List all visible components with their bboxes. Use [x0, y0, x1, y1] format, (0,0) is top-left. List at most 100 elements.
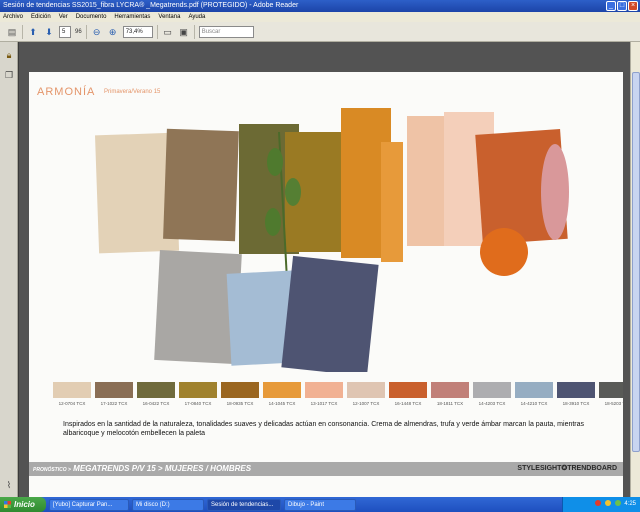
color-swatch: [347, 382, 385, 398]
menu-ver[interactable]: Ver: [59, 12, 68, 22]
footer-forecast-label: PRONÓSTICO >: [33, 467, 71, 473]
pantone-code: 12-0704 TCX: [58, 401, 86, 406]
zoom-out-icon[interactable]: ⊖: [91, 26, 103, 38]
tray-icon[interactable]: [595, 500, 602, 507]
navigation-panel: 🔒︎ ❐ ⌇: [0, 42, 18, 497]
pages-icon[interactable]: ❐: [4, 70, 14, 80]
color-swatch: [263, 382, 301, 398]
pantone-code: 14-4210 TCX: [520, 401, 548, 406]
color-swatch: [305, 382, 343, 398]
mandarin-orange: [480, 228, 528, 276]
search-input[interactable]: Buscar: [198, 25, 254, 38]
close-button[interactable]: ×: [628, 1, 638, 11]
color-palette: 12-0704 TCX 17-1022 TCX 16-0422 TCX 17-0840…: [53, 382, 623, 406]
document-viewport: ARMONÍA Primavera/Verano 15 12-0704 TCX …: [19, 42, 630, 512]
color-swatch: [599, 382, 623, 398]
clock: 4:25: [624, 501, 636, 507]
color-swatch: [221, 382, 259, 398]
task-paint[interactable]: Dibujo - Paint: [284, 498, 356, 511]
toolbar-separator: [22, 24, 23, 39]
adobe-reader-window: Sesión de tendencias SS2015_fibra LYCRA®…: [0, 0, 640, 512]
footer-breadcrumb: PRONÓSTICO > MEGATRENDS P/V 15 > MUJERES…: [33, 464, 251, 473]
pantone-code: 16-1448 TCX: [394, 401, 422, 406]
menu-documento[interactable]: Documento: [76, 12, 107, 22]
page-title: ARMONÍA: [37, 86, 96, 98]
task-capturar[interactable]: [Yubo] Capturar Pan...: [49, 498, 129, 511]
attachment-icon[interactable]: ⌇: [4, 480, 14, 490]
color-chip: 13-1017 TCX: [305, 382, 343, 406]
fabric-collage: [95, 108, 569, 372]
lace-trim: [407, 116, 447, 246]
pdf-page: ARMONÍA Primavera/Verano 15 12-0704 TCX …: [29, 72, 623, 512]
color-chip: 18-3910 TCX: [557, 382, 595, 406]
color-chip: 16-0422 TCX: [137, 382, 175, 406]
leaf-sprig: [285, 178, 301, 206]
color-chip: 16-1448 TCX: [389, 382, 427, 406]
menu-bar: Archivo Edición Ver Documento Herramient…: [0, 12, 640, 22]
color-chip: 14-4203 TCX: [473, 382, 511, 406]
denim-fabric: [281, 255, 379, 372]
color-chip: 12-1007 TCX: [347, 382, 385, 406]
color-chip: 18-5203 TCX: [599, 382, 623, 406]
footer-megatrends: MEGATRENDS P/V 15 > MUJERES / HOMBRES: [73, 464, 252, 473]
menu-ayuda[interactable]: Ayuda: [188, 12, 205, 22]
leaf-sprig: [267, 148, 283, 176]
menu-ventana[interactable]: Ventana: [158, 12, 180, 22]
color-swatch: [95, 382, 133, 398]
task-adobe-reader[interactable]: Sesión de tendencias...: [207, 498, 281, 511]
pantone-code: 16-0422 TCX: [142, 401, 170, 406]
window-title: Sesión de tendencias SS2015_fibra LYCRA®…: [3, 2, 299, 9]
fit-width-icon[interactable]: ▣: [178, 26, 190, 38]
pink-yarn-skein: [541, 144, 569, 240]
tray-icon[interactable]: [604, 500, 611, 507]
color-chip: 18-1811 TCX: [431, 382, 469, 406]
color-chip: 12-0704 TCX: [53, 382, 91, 406]
pantone-code: 17-1022 TCX: [100, 401, 128, 406]
color-chip: 18-0935 TCX: [221, 382, 259, 406]
color-swatch: [179, 382, 217, 398]
minimize-button[interactable]: _: [606, 1, 616, 11]
menu-archivo[interactable]: Archivo: [3, 12, 23, 22]
lock-icon[interactable]: 🔒︎: [4, 50, 14, 60]
next-page-icon[interactable]: ⬇: [43, 26, 55, 38]
page-footer: PRONÓSTICO > MEGATRENDS P/V 15 > MUJERES…: [29, 462, 623, 476]
pantone-code: 17-0840 TCX: [184, 401, 212, 406]
leaf-sprig: [265, 208, 281, 236]
maximize-button[interactable]: □: [617, 1, 627, 11]
scrollbar-thumb[interactable]: [632, 72, 640, 452]
pantone-code: 14-4203 TCX: [478, 401, 506, 406]
toolbar-separator: [156, 24, 158, 39]
zoom-field[interactable]: 73,4%: [122, 25, 153, 38]
toolbar: ▤ ⬆ ⬇ 5 96 ⊖ ⊕ 73,4% ▭ ▣ Buscar: [0, 22, 640, 42]
zoom-in-icon[interactable]: ⊕: [107, 26, 119, 38]
tray-icon[interactable]: [614, 500, 621, 507]
task-mi-disco[interactable]: Mi disco (D:): [132, 498, 204, 511]
menu-herramientas[interactable]: Herramientas: [114, 12, 150, 22]
pantone-code: 18-0935 TCX: [226, 401, 254, 406]
page-number-field[interactable]: 5: [59, 25, 71, 38]
stylesight-logo: STYLESIGHT✪TRENDBOARD: [517, 465, 617, 472]
toolbar-separator: [85, 24, 87, 39]
burlap-fabric: [163, 128, 239, 242]
color-swatch: [557, 382, 595, 398]
taskbar: Inicio [Yubo] Capturar Pan... Mi disco (…: [0, 497, 640, 512]
system-tray: 4:25: [562, 497, 640, 512]
pantone-code: 13-1017 TCX: [310, 401, 338, 406]
pantone-code: 18-5203 TCX: [604, 401, 623, 406]
color-swatch: [473, 382, 511, 398]
previous-page-icon[interactable]: ⬆: [27, 26, 39, 38]
vertical-scrollbar[interactable]: [630, 42, 640, 497]
color-chip: 17-1022 TCX: [95, 382, 133, 406]
fit-page-icon[interactable]: ▭: [162, 26, 174, 38]
pantone-code: 14-1045 TCX: [268, 401, 296, 406]
color-swatch: [137, 382, 175, 398]
menu-edicion[interactable]: Edición: [31, 12, 51, 22]
start-button[interactable]: Inicio: [0, 497, 46, 512]
color-chip: 14-1045 TCX: [263, 382, 301, 406]
page-count-label: 96: [75, 28, 82, 35]
pantone-code: 12-1007 TCX: [352, 401, 380, 406]
pantone-code: 18-3910 TCX: [562, 401, 590, 406]
page-subtitle: Primavera/Verano 15: [104, 89, 161, 95]
color-chip: 14-4210 TCX: [515, 382, 553, 406]
print-icon[interactable]: ▤: [6, 26, 18, 38]
